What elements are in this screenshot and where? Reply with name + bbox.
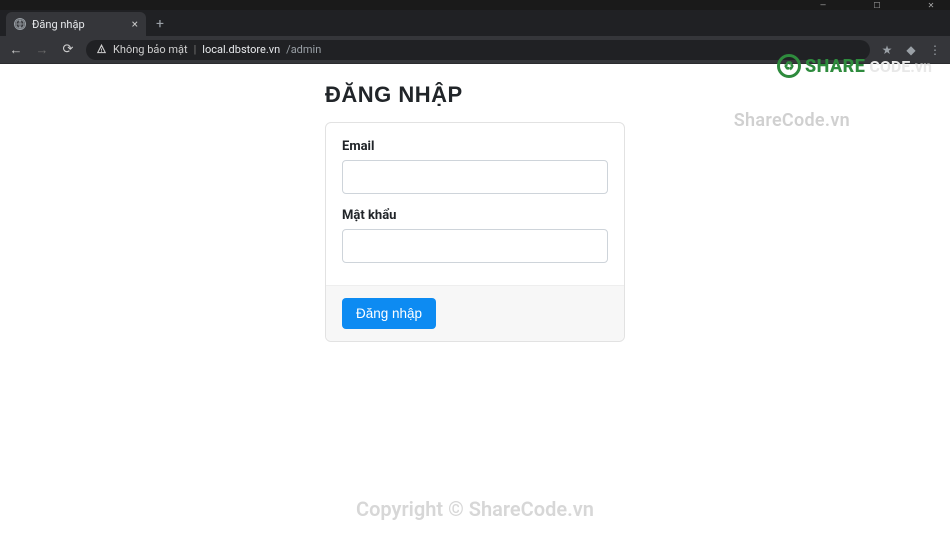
security-label: Không bảo mật <box>113 43 188 56</box>
star-icon[interactable]: ★ <box>880 43 894 57</box>
new-tab-button[interactable]: + <box>146 12 174 36</box>
address-host: local.dbstore.vn <box>202 43 280 56</box>
address-path: /admin <box>286 43 321 56</box>
login-card-body: Email Mật khẩu <box>326 123 624 285</box>
os-titlebar: — ☐ ✕ <box>0 0 950 10</box>
login-area: ĐĂNG NHẬP Email Mật khẩu Đăng nhập <box>325 82 625 342</box>
email-field[interactable] <box>342 160 608 194</box>
email-group: Email <box>342 139 608 194</box>
tab-title: Đăng nhập <box>32 18 85 31</box>
browser-toolbar: ← → ⟳ Không bảo mật | local.dbstore.vn/a… <box>0 36 950 64</box>
password-group: Mật khẩu <box>342 208 608 263</box>
window-minimize-button[interactable]: — <box>808 1 838 10</box>
window-maximize-button[interactable]: ☐ <box>862 1 892 10</box>
globe-icon <box>14 18 26 30</box>
extension-icons: ★ ◆ ⋮ <box>880 43 942 57</box>
watermark-bottom: Copyright © ShareCode.vn <box>0 497 950 521</box>
login-card-footer: Đăng nhập <box>326 285 624 341</box>
address-bar[interactable]: Không bảo mật | local.dbstore.vn/admin <box>86 40 870 60</box>
password-label: Mật khẩu <box>342 208 608 223</box>
menu-icon[interactable]: ⋮ <box>928 43 942 57</box>
window-close-button[interactable]: ✕ <box>916 1 946 10</box>
login-card: Email Mật khẩu Đăng nhập <box>325 122 625 342</box>
page-content: ĐĂNG NHẬP Email Mật khẩu Đăng nhập <box>0 64 950 342</box>
browser-tab-strip: Đăng nhập × + <box>0 10 950 36</box>
password-field[interactable] <box>342 229 608 263</box>
tab-close-icon[interactable]: × <box>132 17 138 31</box>
page-viewport: ♻ SHARECODE.vn ShareCode.vn ĐĂNG NHẬP Em… <box>0 64 950 535</box>
not-secure-icon <box>96 43 107 57</box>
email-label: Email <box>342 139 608 154</box>
address-separator: | <box>194 43 197 56</box>
page-title: ĐĂNG NHẬP <box>325 82 625 108</box>
login-button[interactable]: Đăng nhập <box>342 298 436 329</box>
extension-icon[interactable]: ◆ <box>904 43 918 57</box>
nav-forward-icon: → <box>34 42 50 58</box>
nav-reload-icon[interactable]: ⟳ <box>60 42 76 57</box>
nav-back-icon[interactable]: ← <box>8 42 24 58</box>
browser-tab-active[interactable]: Đăng nhập × <box>6 12 146 36</box>
